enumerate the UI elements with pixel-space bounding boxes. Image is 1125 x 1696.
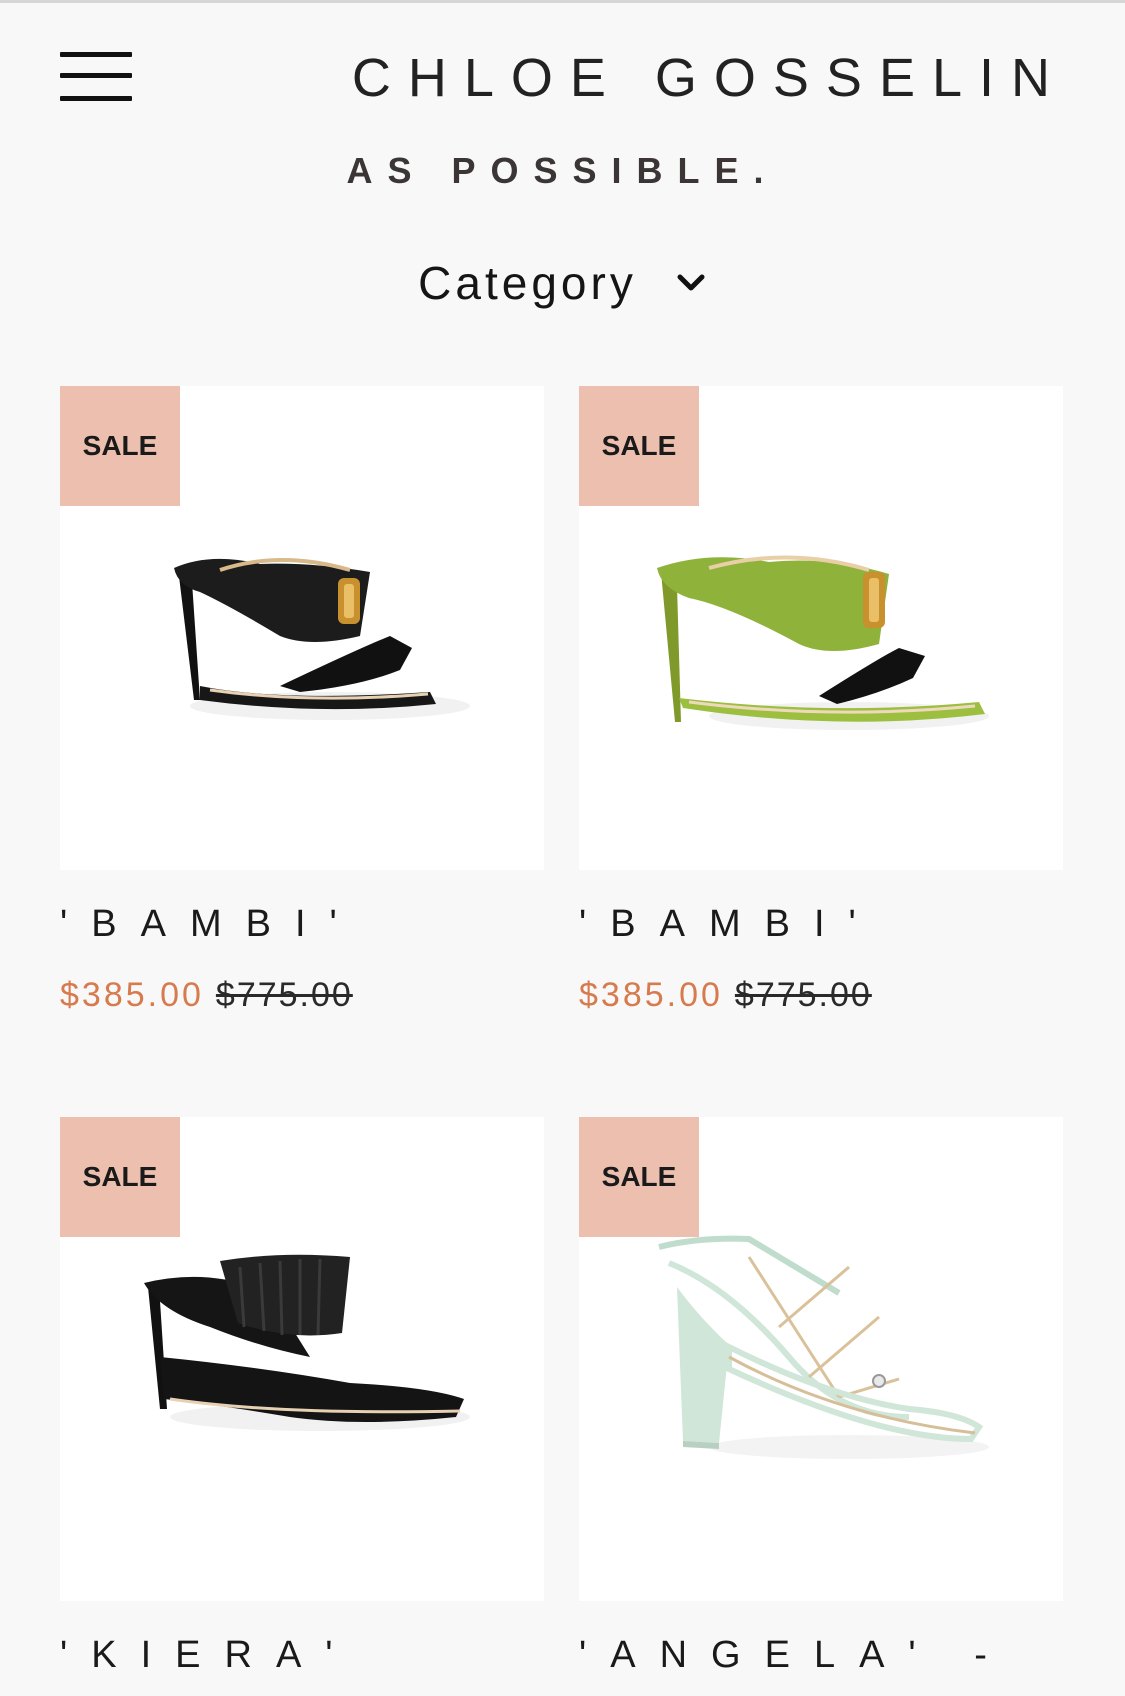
sale-price: $385.00 <box>579 976 723 1014</box>
original-price: $775.00 <box>734 976 872 1014</box>
sale-badge: SALE <box>579 1117 699 1237</box>
product-image-link[interactable]: SALE <box>60 386 544 870</box>
top-divider <box>0 0 1125 3</box>
product-image-link[interactable]: SALE <box>579 386 1063 870</box>
hamburger-menu-icon[interactable] <box>60 52 132 102</box>
product-prices: $385.00 $775.00 <box>579 976 1063 1015</box>
sale-price: $385.00 <box>60 976 204 1014</box>
product-image-link[interactable]: SALE <box>60 1117 544 1601</box>
product-card[interactable]: SALE 'KIERA' <box>60 1117 544 1677</box>
category-filter-label: Category <box>418 257 637 309</box>
product-card[interactable]: SALE 'BAMBI' $385.00 $775.00 <box>579 386 1063 1015</box>
chevron-down-icon <box>677 274 705 291</box>
sale-badge: SALE <box>579 386 699 506</box>
page: CHLOE GOSSELIN AS POSSIBLE. Category SAL… <box>0 0 1125 1696</box>
product-card[interactable]: SALE 'BAMBI' $385.00 $775.00 <box>60 386 544 1015</box>
original-price: $775.00 <box>215 976 353 1014</box>
product-name[interactable]: 'ANGELA' - <box>579 1633 1063 1677</box>
category-filter-dropdown[interactable]: Category <box>0 256 1125 310</box>
product-card[interactable]: SALE 'ANGELA' - <box>579 1117 1063 1677</box>
product-name[interactable]: 'BAMBI' <box>579 902 1063 946</box>
page-tagline: AS POSSIBLE. <box>346 150 779 191</box>
product-name[interactable]: 'BAMBI' <box>60 902 544 946</box>
product-prices: $385.00 $775.00 <box>60 976 544 1015</box>
sale-badge: SALE <box>60 386 180 506</box>
product-image-link[interactable]: SALE <box>579 1117 1063 1601</box>
brand-logo[interactable]: CHLOE GOSSELIN <box>352 48 1067 108</box>
sale-badge: SALE <box>60 1117 180 1237</box>
product-name[interactable]: 'KIERA' <box>60 1633 544 1677</box>
